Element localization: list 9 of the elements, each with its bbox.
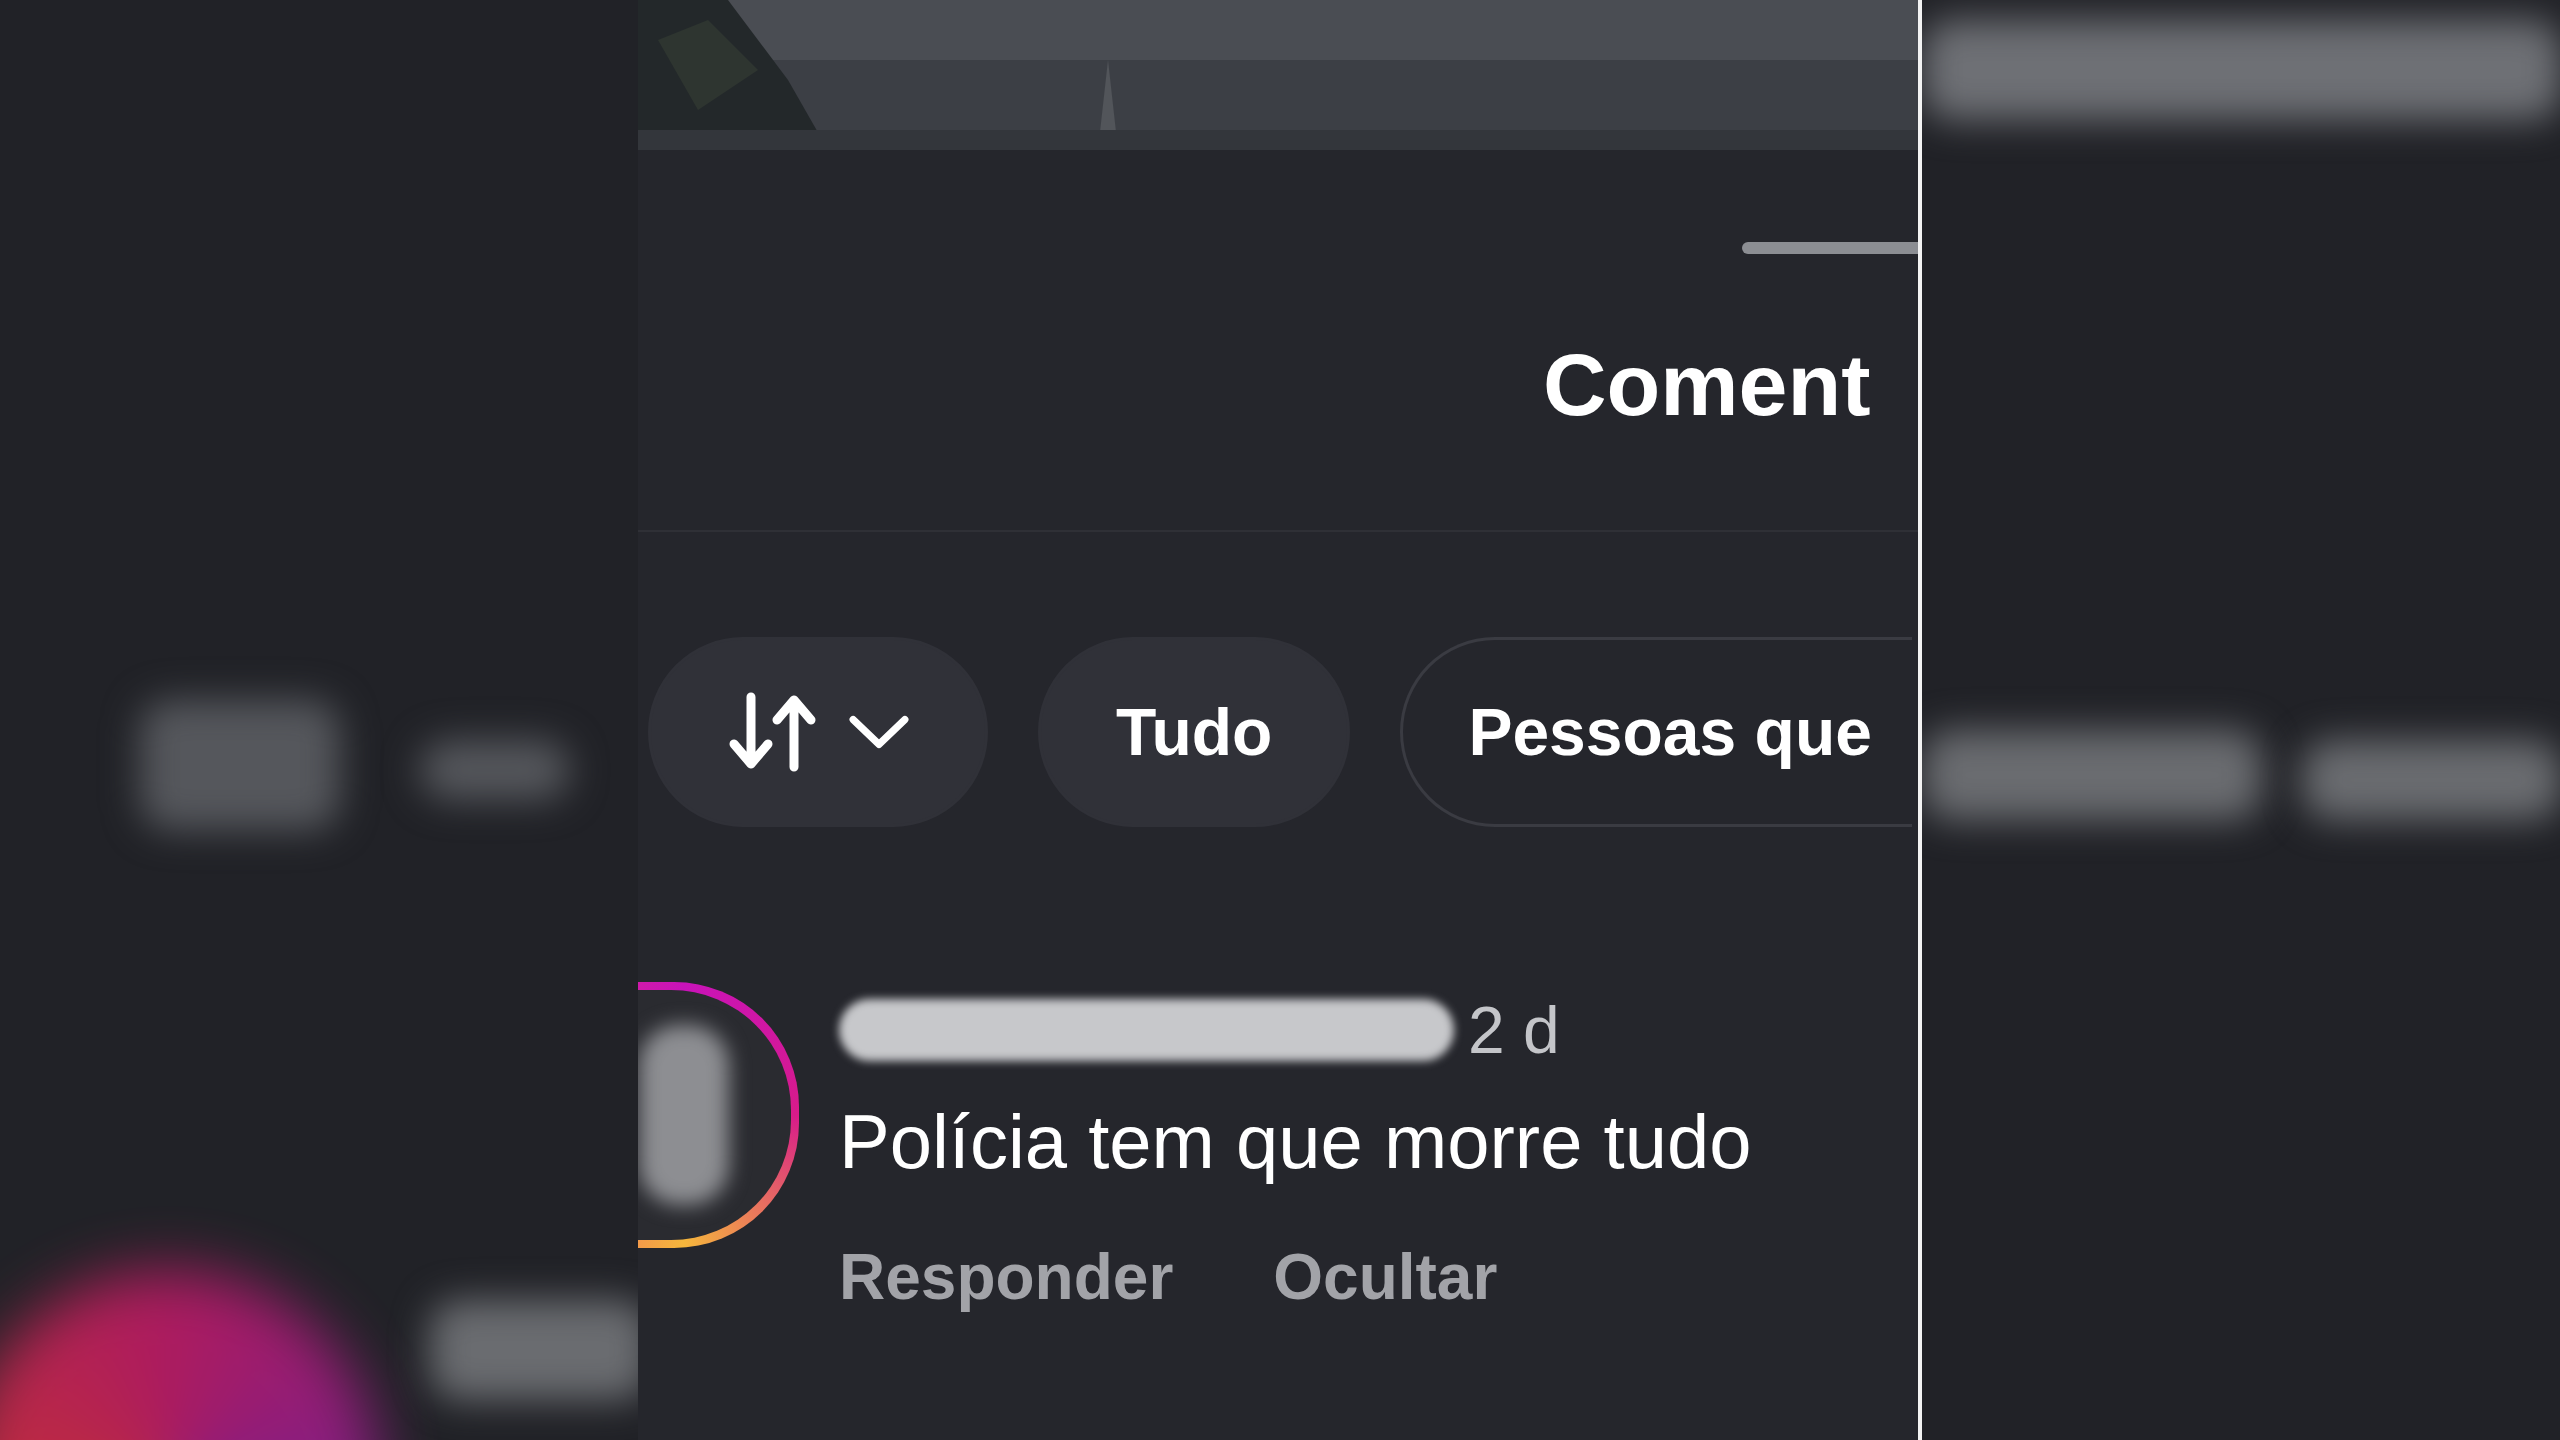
comment-text: Polícia tem que morre tudo <box>839 1098 1752 1185</box>
filter-chip[interactable]: Tudo <box>1038 637 1351 827</box>
drag-handle[interactable] <box>1742 241 1918 254</box>
caret-icon <box>848 714 910 750</box>
sheet-title: Coment <box>1543 334 1871 436</box>
comment-time: 2 d <box>1468 992 1560 1068</box>
filter-chip[interactable]: Pessoas que <box>1400 637 1912 827</box>
comment-action-link[interactable]: Ocultar <box>1273 1240 1498 1314</box>
comment-action-link[interactable]: Responder <box>839 1240 1174 1314</box>
